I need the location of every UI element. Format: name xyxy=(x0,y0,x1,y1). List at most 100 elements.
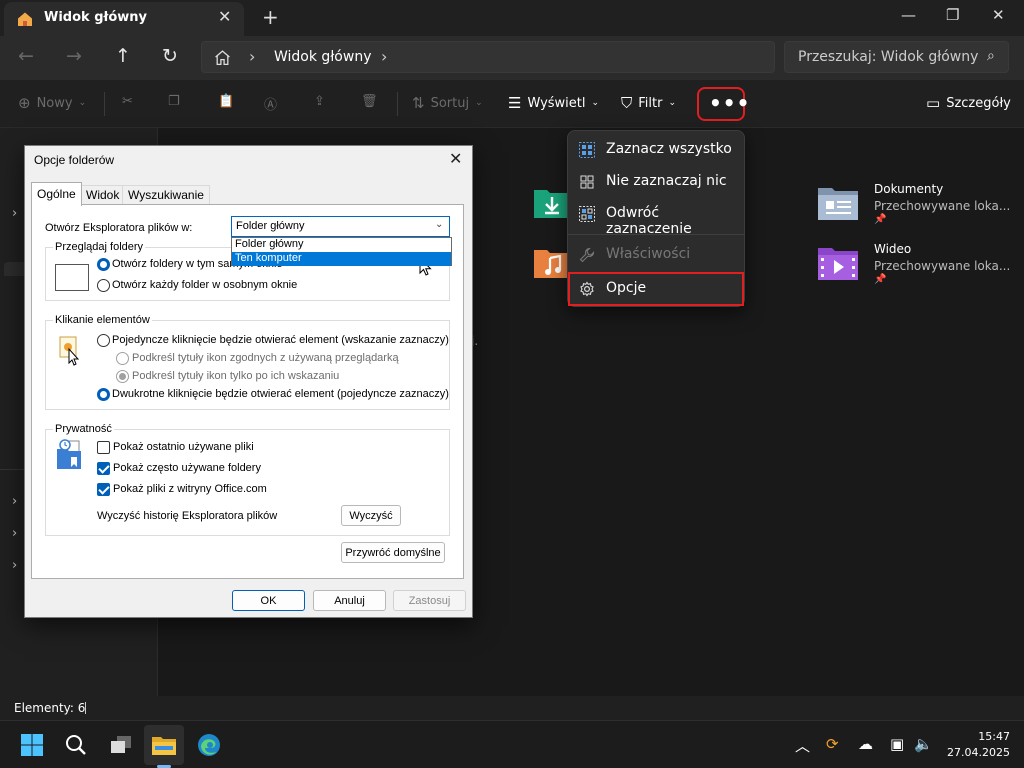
up-button[interactable]: ↑ xyxy=(115,45,131,67)
clear-history-button[interactable]: Wyczyść xyxy=(341,505,401,526)
maximize-button[interactable]: ❐ xyxy=(946,6,959,24)
details-pane-icon: ▭ xyxy=(926,94,941,112)
apply-button[interactable]: Zastosuj xyxy=(393,590,466,611)
plus-circle-icon: ⊕ xyxy=(18,94,31,112)
share-icon[interactable]: ⇪ xyxy=(314,94,325,109)
radio-open-same-window[interactable] xyxy=(97,258,110,271)
home-outline-icon xyxy=(215,50,230,66)
video-folder-icon xyxy=(818,248,858,280)
taskbar: ︿ ⟳ ☁ ▣ 🔈 15:47 27.04.2025 xyxy=(0,720,1024,768)
music-folder-icon[interactable] xyxy=(532,244,572,280)
close-tab-icon[interactable]: ✕ xyxy=(218,7,231,26)
delete-icon[interactable]: 🗑 xyxy=(361,94,378,109)
tab-search[interactable]: Wyszukiwanie xyxy=(122,185,210,205)
restore-defaults-button[interactable]: Przywróć domyślne xyxy=(341,542,445,563)
filter-button[interactable]: ⛉ Filtr ⌄ xyxy=(621,94,676,112)
volume-icon[interactable]: 🔈 xyxy=(914,735,933,753)
expand-chevron-icon[interactable]: › xyxy=(12,526,17,541)
task-view-button[interactable] xyxy=(105,729,137,761)
address-row: ← → ↑ ↻ › Widok główny › Przeszukaj: Wid… xyxy=(0,36,1024,80)
view-button[interactable]: ☰ Wyświetl ⌄ xyxy=(508,94,599,112)
search-placeholder: Przeszukaj: Widok główny xyxy=(798,49,979,65)
open-in-select[interactable]: Folder główny ⌄ xyxy=(231,216,450,237)
radio-single-click[interactable] xyxy=(97,334,110,347)
item-name: Dokumenty xyxy=(874,182,944,196)
checkbox-show-frequent-folders[interactable] xyxy=(97,462,110,475)
windows-logo-icon xyxy=(21,734,43,756)
radio-open-new-window[interactable] xyxy=(97,279,110,292)
menu-divider xyxy=(568,234,744,235)
divider xyxy=(397,92,398,116)
tab-general[interactable]: Ogólne xyxy=(31,182,82,206)
checkbox-label: Pokaż często używane foldery xyxy=(113,462,261,474)
new-tab-button[interactable]: + xyxy=(262,5,279,29)
pin-icon: 📌 xyxy=(874,274,887,285)
cancel-button[interactable]: Anuluj xyxy=(313,590,386,611)
menu-item-label: Zaznacz wszystko xyxy=(606,141,732,157)
checkbox-show-office-files[interactable] xyxy=(97,483,110,496)
expand-chevron-icon[interactable]: › xyxy=(12,206,17,221)
onedrive-cloud-icon[interactable]: ☁ xyxy=(858,735,873,753)
expand-chevron-icon[interactable]: › xyxy=(12,494,17,509)
refresh-button[interactable]: ↻ xyxy=(162,45,178,67)
clock[interactable]: 15:47 27.04.2025 xyxy=(946,729,1010,761)
sort-icon: ⇅ xyxy=(412,94,425,112)
breadcrumb-chevron-icon[interactable]: › xyxy=(381,47,387,66)
tab-widok-glowny[interactable]: Widok główny ✕ xyxy=(4,2,244,36)
chevron-down-icon: ⌄ xyxy=(435,219,444,230)
forward-button[interactable]: → xyxy=(66,45,82,67)
search-button[interactable] xyxy=(60,729,92,761)
tab-view[interactable]: Widok xyxy=(80,185,126,205)
filter-label: Filtr xyxy=(638,95,663,111)
menu-item-invert-selection[interactable]: Odwróć zaznaczenie xyxy=(568,198,744,237)
clock-time: 15:47 xyxy=(978,730,1010,743)
menu-item-select-none[interactable]: Nie zaznaczaj nic xyxy=(568,166,744,198)
copy-icon[interactable]: ❐ xyxy=(168,94,180,109)
radio-underline-hover[interactable] xyxy=(116,370,129,383)
breadcrumb-widok-glowny[interactable]: Widok główny xyxy=(274,49,371,65)
downloads-folder-icon[interactable] xyxy=(532,184,572,220)
sync-icon[interactable]: ⟳ xyxy=(826,735,839,753)
dropdown-option[interactable]: Folder główny xyxy=(232,238,451,252)
select-all-icon xyxy=(579,142,595,158)
back-button[interactable]: ← xyxy=(18,45,34,67)
show-hidden-icons-chevron-icon[interactable]: ︿ xyxy=(795,735,810,756)
details-button[interactable]: ▭ Szczegóły xyxy=(926,94,1011,112)
group-label: Przeglądaj foldery xyxy=(53,241,146,253)
sort-button[interactable]: ⇅ Sortuj ⌄ xyxy=(412,94,483,112)
minimize-button[interactable]: — xyxy=(901,6,916,24)
checkbox-show-recent-files[interactable] xyxy=(97,441,110,454)
ok-button[interactable]: OK xyxy=(232,590,305,611)
title-bar: Widok główny ✕ + — ❐ ✕ xyxy=(0,0,1024,36)
item-name: Wideo xyxy=(874,242,912,256)
dialog-title: Opcje folderów xyxy=(34,153,115,167)
see-more-button[interactable]: ••• xyxy=(697,87,749,121)
window-preview-icon xyxy=(55,264,89,291)
select-none-icon xyxy=(580,175,594,189)
cut-icon[interactable]: ✂ xyxy=(122,94,133,109)
start-button[interactable] xyxy=(16,729,48,761)
close-icon[interactable]: ✕ xyxy=(449,149,462,169)
menu-item-select-all[interactable]: Zaznacz wszystko xyxy=(568,134,744,166)
rename-icon[interactable]: Ⓐ xyxy=(264,94,277,113)
address-bar[interactable]: › Widok główny › xyxy=(201,41,775,73)
edge-button[interactable] xyxy=(193,729,225,761)
radio-double-click[interactable] xyxy=(97,388,110,401)
new-button[interactable]: ⊕ Nowy ⌄ xyxy=(18,94,86,112)
radio-label: Podkreśl tytuły ikon zgodnych z używaną … xyxy=(132,352,399,364)
close-window-button[interactable]: ✕ xyxy=(992,6,1005,24)
expand-chevron-icon[interactable]: › xyxy=(12,558,17,573)
view-list-icon: ☰ xyxy=(508,94,522,112)
menu-item-label: Odwróć zaznaczenie xyxy=(606,205,692,237)
network-icon[interactable]: ▣ xyxy=(890,735,904,753)
details-label: Szczegóły xyxy=(946,95,1011,111)
file-explorer-button[interactable] xyxy=(148,729,180,761)
radio-underline-always[interactable] xyxy=(116,352,129,365)
paste-icon[interactable]: 📋 xyxy=(218,94,234,109)
search-box[interactable]: Przeszukaj: Widok główny ⌕ xyxy=(784,41,1009,73)
dropdown-option-highlighted[interactable]: Ten komputer xyxy=(232,252,451,266)
task-view-icon xyxy=(111,736,131,753)
command-bar: ⊕ Nowy ⌄ ✂ ❐ 📋 Ⓐ ⇪ 🗑 ⇅ Sortuj ⌄ ☰ Wyświe… xyxy=(0,80,1024,128)
filter-icon: ⛉ xyxy=(621,94,633,112)
menu-item-properties[interactable]: Właściwości xyxy=(568,239,744,271)
